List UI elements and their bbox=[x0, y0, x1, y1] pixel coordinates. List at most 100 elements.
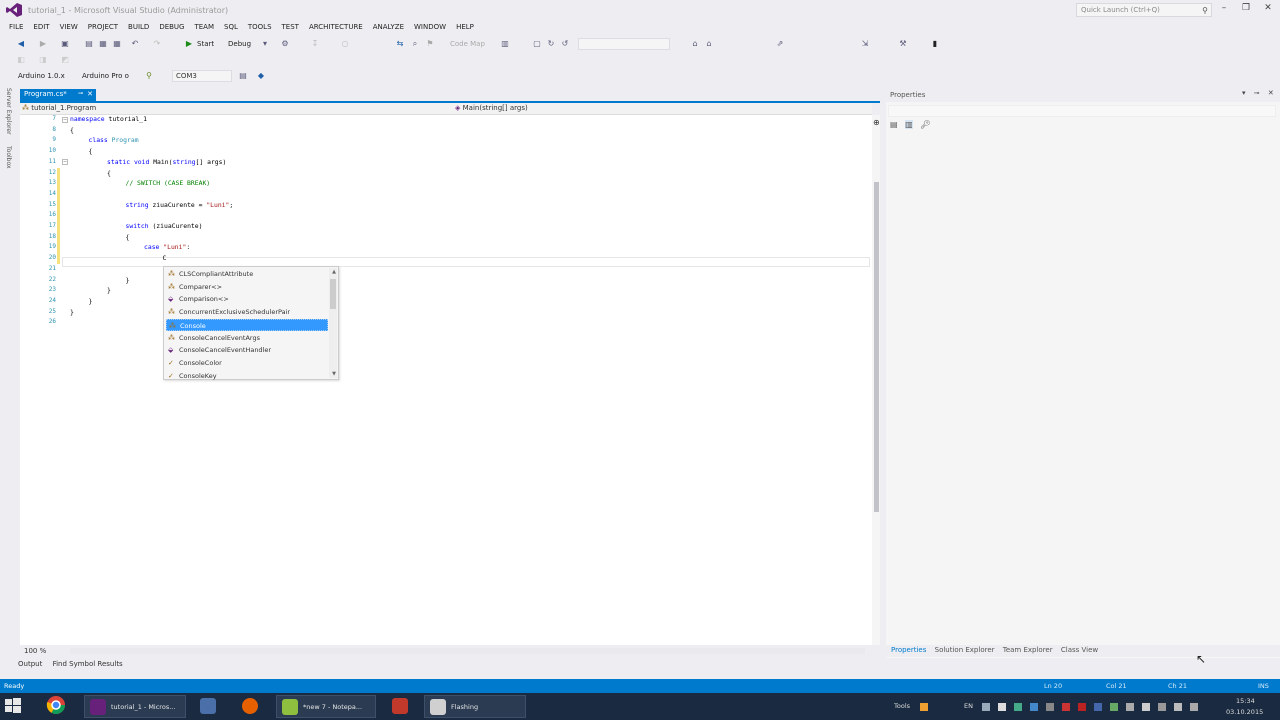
code-line[interactable]: { bbox=[126, 233, 130, 241]
tray-cloud-icon[interactable] bbox=[1030, 703, 1038, 711]
firefox-taskbar-button[interactable] bbox=[238, 695, 264, 717]
tray-skype-icon[interactable] bbox=[1094, 703, 1102, 711]
code-line[interactable]: static void Main(string[] args) bbox=[107, 158, 226, 166]
scroll-down-icon[interactable]: ▼ bbox=[332, 371, 336, 377]
configuration-combo[interactable]: Debug bbox=[228, 40, 251, 48]
minimize-button[interactable]: – bbox=[1216, 3, 1232, 17]
visual-studio-pinned-button[interactable] bbox=[196, 695, 222, 717]
menu-tools[interactable]: TOOLS bbox=[243, 20, 277, 34]
redo-icon[interactable]: ↷ bbox=[152, 39, 162, 49]
tray-mega-icon[interactable] bbox=[1078, 703, 1086, 711]
close-icon[interactable]: ✕ bbox=[1268, 89, 1274, 97]
intellisense-popup[interactable]: ⁂ CLSCompliantAttribute ⁂ Comparer<> ⬙ Compar… bbox=[163, 266, 339, 380]
code-line[interactable]: class Program bbox=[89, 136, 139, 144]
intellisense-item[interactable]: ⬙ Comparison<> bbox=[166, 293, 328, 305]
code-editor[interactable] bbox=[20, 115, 872, 645]
member-navigation-combo[interactable]: ◈ Main(string[] args) bbox=[455, 104, 528, 112]
port-combo[interactable]: COM3 bbox=[172, 70, 232, 82]
menu-help[interactable]: HELP bbox=[451, 20, 479, 34]
go-to-icon[interactable]: ⇆ bbox=[395, 39, 405, 49]
code-line[interactable]: case "Luni": bbox=[144, 243, 190, 251]
object-selector-combo[interactable] bbox=[888, 105, 1276, 117]
menu-view[interactable]: VIEW bbox=[55, 20, 83, 34]
intellisense-item[interactable]: ✓ ConsoleKey bbox=[166, 370, 328, 382]
bookmark-icon[interactable]: ⚑ bbox=[425, 39, 435, 49]
intellisense-item[interactable]: ⁂ ConcurrentExclusiveSchedulerPair bbox=[166, 306, 328, 318]
clock-time[interactable]: 15:34 bbox=[1236, 697, 1255, 705]
tray-wifi-icon[interactable] bbox=[1190, 703, 1198, 711]
close-window-button[interactable]: ✕ bbox=[1260, 3, 1276, 17]
toolbox-tab[interactable]: Toolbox bbox=[5, 146, 12, 169]
intellisense-item[interactable]: ⁂ Console bbox=[166, 318, 328, 331]
menu-architecture[interactable]: ARCHITECTURE bbox=[304, 20, 368, 34]
tray-battery-icon[interactable] bbox=[1110, 703, 1118, 711]
serial-monitor-icon[interactable]: ⚲ bbox=[144, 71, 154, 81]
code-line[interactable]: } bbox=[70, 308, 74, 316]
tab-properties[interactable]: Properties bbox=[891, 646, 926, 654]
categorized-icon[interactable]: ▤ bbox=[890, 120, 898, 129]
breakpoint-icon[interactable]: ○ bbox=[340, 39, 350, 49]
menu-analyze[interactable]: ANALYZE bbox=[368, 20, 409, 34]
menu-sql[interactable]: SQL bbox=[219, 20, 243, 34]
taskbar-visual-studio[interactable]: tutorial_1 - Micros... bbox=[84, 695, 186, 718]
code-line[interactable]: // SWITCH (CASE BREAK) bbox=[126, 179, 211, 187]
code-map-button[interactable]: Code Map bbox=[450, 40, 485, 48]
code-line[interactable]: { bbox=[107, 169, 111, 177]
server-explorer-tab[interactable]: Server Explorer bbox=[5, 88, 12, 135]
zoom-combo[interactable]: 100 % bbox=[24, 647, 46, 655]
comment-icon[interactable]: ▢ bbox=[532, 39, 542, 49]
deploy-icon[interactable]: ⌂ bbox=[690, 39, 700, 49]
upload-icon[interactable]: ▤ bbox=[238, 71, 248, 81]
code-line[interactable]: switch (ziuaCurente) bbox=[126, 222, 203, 230]
taskbar-notepad[interactable]: *new 7 - Notepa... bbox=[276, 695, 376, 718]
debug-marker-icon[interactable]: ▮ bbox=[930, 39, 940, 49]
pin-icon[interactable]: ⊸ bbox=[78, 90, 83, 97]
intellisense-item[interactable]: ✓ ConsoleColor bbox=[166, 357, 328, 369]
collapse-method-icon[interactable]: − bbox=[62, 159, 68, 165]
intellisense-item[interactable]: ⁂ Comparer<> bbox=[166, 281, 328, 293]
tab-solution-explorer[interactable]: Solution Explorer bbox=[935, 646, 995, 654]
layout-icon[interactable]: ▥ bbox=[500, 39, 510, 49]
menu-edit[interactable]: EDIT bbox=[28, 20, 54, 34]
split-window-icon[interactable]: ⊕ bbox=[873, 118, 880, 127]
scroll-up-icon[interactable]: ▲ bbox=[332, 269, 336, 275]
save-all-icon[interactable]: ▦ bbox=[112, 39, 122, 49]
code-line[interactable]: namespace tutorial_1 bbox=[70, 115, 147, 123]
uncomment-icon[interactable]: ↻ bbox=[546, 39, 556, 49]
tab-program-cs[interactable]: Program.cs* ⊸ ✕ bbox=[20, 89, 96, 101]
code-line[interactable]: } bbox=[107, 286, 111, 294]
tray-device-icon[interactable] bbox=[1046, 703, 1054, 711]
tray-display-icon[interactable] bbox=[1158, 703, 1166, 711]
vertical-scroll-thumb[interactable] bbox=[874, 182, 879, 512]
package-icon[interactable]: ⌂ bbox=[704, 39, 714, 49]
code-line[interactable]: string ziuaCurente = "Luni"; bbox=[126, 201, 234, 209]
arduino-upload-icon[interactable]: ⇗ bbox=[775, 39, 785, 49]
tray-security-icon[interactable] bbox=[1062, 703, 1070, 711]
tray-sync-icon[interactable] bbox=[1014, 703, 1022, 711]
clock-date[interactable]: 03.10.2015 bbox=[1226, 708, 1263, 716]
intellisense-item[interactable]: ⬙ ConsoleCancelEventHandler bbox=[166, 344, 328, 356]
chrome-taskbar-button[interactable] bbox=[46, 695, 72, 717]
dropdown-arrow-icon[interactable]: ▾ bbox=[260, 39, 270, 49]
menu-window[interactable]: WINDOW bbox=[409, 20, 451, 34]
menu-file[interactable]: FILE bbox=[4, 20, 28, 34]
intellisense-item[interactable]: ⁂ ConsoleCancelEventArgs bbox=[166, 332, 328, 344]
property-pages-icon[interactable]: 🔑︎ bbox=[920, 120, 930, 129]
new-project-icon[interactable]: ▣ bbox=[60, 39, 70, 49]
find-icon[interactable]: ⌕ bbox=[410, 39, 420, 49]
code-line[interactable]: { bbox=[89, 147, 93, 155]
disabled-icon-3[interactable]: ◩ bbox=[60, 55, 70, 65]
menu-test[interactable]: TEST bbox=[277, 20, 304, 34]
taskbar-flashing[interactable]: Flashing bbox=[424, 695, 526, 718]
code-line[interactable]: C bbox=[163, 254, 167, 262]
save-icon[interactable]: ▦ bbox=[98, 39, 108, 49]
tray-network-icon[interactable] bbox=[998, 703, 1006, 711]
code-line[interactable]: { bbox=[70, 126, 74, 134]
intellisense-item[interactable]: ⁂ CLSCompliantAttribute bbox=[166, 268, 328, 280]
pin-icon[interactable]: ⊸ bbox=[1254, 89, 1260, 97]
tab-team-explorer[interactable]: Team Explorer bbox=[1003, 646, 1053, 654]
disabled-icon[interactable]: ◧ bbox=[16, 55, 26, 65]
app-taskbar-button[interactable] bbox=[388, 695, 414, 717]
close-tab-icon[interactable]: ✕ bbox=[87, 90, 93, 98]
disabled-icon-2[interactable]: ◨ bbox=[38, 55, 48, 65]
